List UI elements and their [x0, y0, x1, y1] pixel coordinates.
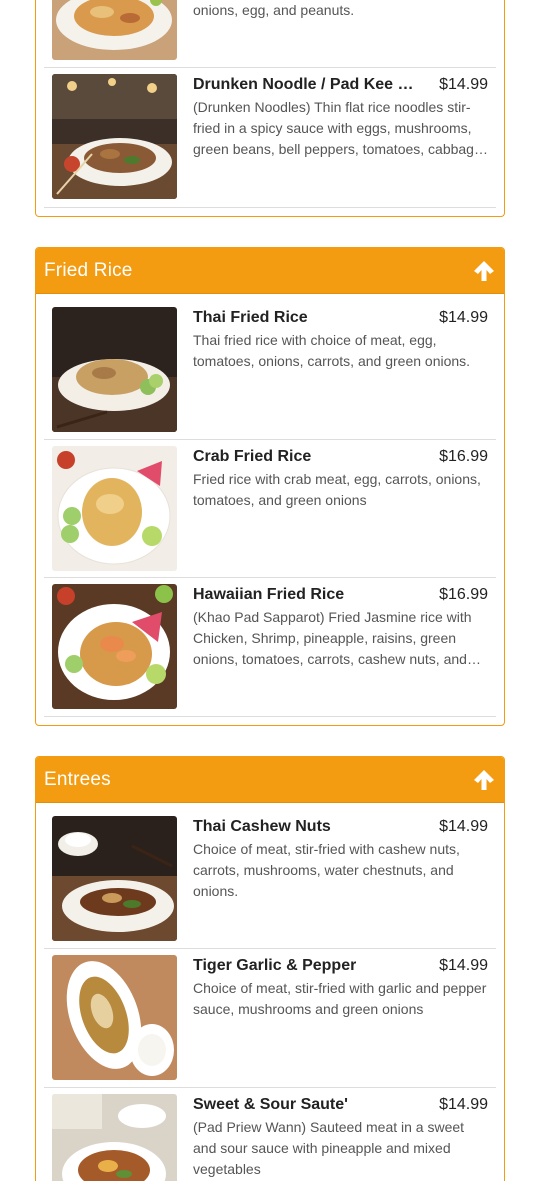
- thai-fried-rice-photo: [52, 307, 177, 432]
- crab-fried-rice-info: Crab Fried Rice $16.99 Fried rice with c…: [177, 446, 488, 569]
- item-name: Thai Fried Rice: [193, 309, 308, 326]
- noodles-section-body: onions, egg, and peanuts. Drunken Noodle…: [36, 0, 504, 216]
- item-name: Tiger Garlic & Pepper: [193, 957, 357, 974]
- partial-item-info: onions, egg, and peanuts.: [177, 0, 488, 59]
- partial-item-photo: [52, 0, 177, 60]
- arrow-up-icon[interactable]: [472, 259, 496, 283]
- section-title: Entrees: [44, 768, 111, 790]
- menu-item-tiger-garlic-pepper[interactable]: Tiger Garlic & Pepper $14.99 Choice of m…: [44, 949, 496, 1088]
- item-name: Drunken Noodle / Pad Kee Mao: [193, 76, 418, 93]
- item-header: Hawaiian Fried Rice $16.99: [193, 586, 488, 604]
- item-name: Sweet & Sour Saute': [193, 1096, 348, 1113]
- item-description: Choice of meat, stir-fried with cashew n…: [193, 841, 460, 899]
- tiger-garlic-pepper-photo: [52, 955, 177, 1080]
- arrow-up-icon[interactable]: [472, 768, 496, 792]
- tiger-garlic-pepper-info: Tiger Garlic & Pepper $14.99 Choice of m…: [177, 955, 488, 1079]
- item-description: Thai fried rice with choice of meat, egg…: [193, 332, 471, 369]
- menu-item-sweet-sour-saute[interactable]: Sweet & Sour Saute' $14.99 (Pad Priew Wa…: [44, 1088, 496, 1181]
- sweet-sour-saute-info: Sweet & Sour Saute' $14.99 (Pad Priew Wa…: [177, 1094, 488, 1181]
- fried-rice-body: Thai Fried Rice $14.99 Thai fried rice w…: [36, 294, 504, 725]
- item-description: Fried rice with crab meat, egg, carrots,…: [193, 471, 481, 508]
- menu-item-crab-fried-rice[interactable]: Crab Fried Rice $16.99 Fried rice with c…: [44, 440, 496, 578]
- menu-item-partial[interactable]: onions, egg, and peanuts.: [44, 0, 496, 68]
- item-price: $16.99: [439, 448, 488, 465]
- entrees-header[interactable]: Entrees: [36, 757, 504, 803]
- item-name: Hawaiian Fried Rice: [193, 586, 345, 603]
- item-description: (Drunken Noodles) Thin flat rice noodles…: [193, 99, 486, 157]
- item-price: $14.99: [439, 818, 488, 835]
- item-price: $14.99: [439, 309, 488, 326]
- entrees-section: Entrees Thai Cashew Nuts $14.99 Choice o…: [35, 756, 505, 1181]
- sweet-sour-saute-photo: [52, 1094, 177, 1181]
- item-header: Thai Cashew Nuts $14.99: [193, 818, 488, 836]
- item-name: Thai Cashew Nuts: [193, 818, 331, 835]
- thai-cashew-nuts-info: Thai Cashew Nuts $14.99 Choice of meat, …: [177, 816, 488, 940]
- thai-cashew-nuts-photo: [52, 816, 177, 941]
- menu-item-drunken-noodle[interactable]: Drunken Noodle / Pad Kee Mao $14.99 (Dru…: [44, 68, 496, 208]
- drunken-noodle-photo: [52, 74, 177, 199]
- fried-rice-section: Fried Rice Thai Fried Rice $14.99 Thai f…: [35, 247, 505, 726]
- noodles-section: onions, egg, and peanuts. Drunken Noodle…: [35, 0, 505, 217]
- item-description: (Khao Pad Sapparot) Fried Jasmine rice w…: [193, 609, 472, 667]
- crab-fried-rice-photo: [52, 446, 177, 571]
- section-title: Fried Rice: [44, 259, 133, 281]
- entrees-body: Thai Cashew Nuts $14.99 Choice of meat, …: [36, 803, 504, 1181]
- item-description: (Pad Priew Wann) Sauteed meat in a sweet…: [193, 1119, 465, 1177]
- drunken-noodle-info: Drunken Noodle / Pad Kee Mao $14.99 (Dru…: [177, 74, 488, 199]
- item-header: Crab Fried Rice $16.99: [193, 448, 488, 466]
- hawaiian-fried-rice-info: Hawaiian Fried Rice $16.99 (Khao Pad Sap…: [177, 584, 488, 708]
- item-header: Tiger Garlic & Pepper $14.99: [193, 957, 488, 975]
- item-description: Choice of meat, stir-fried with garlic a…: [193, 980, 487, 1017]
- item-header: Sweet & Sour Saute' $14.99: [193, 1096, 488, 1114]
- item-description: onions, egg, and peanuts.: [193, 2, 355, 18]
- item-price: $14.99: [439, 76, 488, 93]
- item-header: Drunken Noodle / Pad Kee Mao $14.99: [193, 76, 488, 94]
- menu-item-thai-cashew-nuts[interactable]: Thai Cashew Nuts $14.99 Choice of meat, …: [44, 803, 496, 949]
- item-price: $16.99: [439, 586, 488, 603]
- item-price: $14.99: [439, 957, 488, 974]
- item-header: Thai Fried Rice $14.99: [193, 309, 488, 327]
- item-price: $14.99: [439, 1096, 488, 1113]
- menu-item-thai-fried-rice[interactable]: Thai Fried Rice $14.99 Thai fried rice w…: [44, 294, 496, 440]
- thai-fried-rice-info: Thai Fried Rice $14.99 Thai fried rice w…: [177, 307, 488, 431]
- menu-item-hawaiian-fried-rice[interactable]: Hawaiian Fried Rice $16.99 (Khao Pad Sap…: [44, 578, 496, 717]
- hawaiian-fried-rice-photo: [52, 584, 177, 709]
- item-name: Crab Fried Rice: [193, 448, 312, 465]
- fried-rice-header[interactable]: Fried Rice: [36, 248, 504, 294]
